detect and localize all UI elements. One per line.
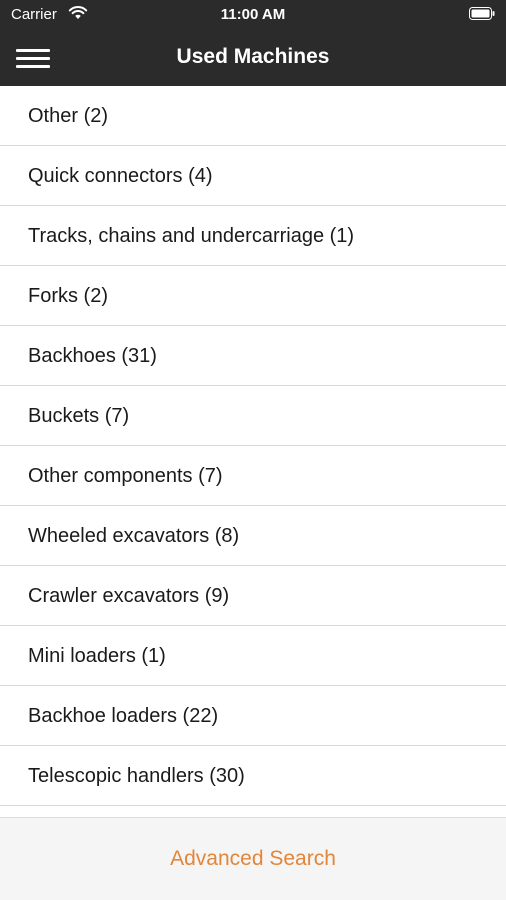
category-label: Buckets (7) bbox=[28, 405, 130, 427]
list-item[interactable]: Backhoe loaders (22) bbox=[0, 686, 506, 746]
status-bar: Carrier 11:00 AM bbox=[0, 0, 506, 30]
list-item[interactable]: Forks (2) bbox=[0, 266, 506, 326]
category-label: Other (2) bbox=[28, 105, 109, 127]
list-item[interactable]: Tracks, chains and undercarriage (1) bbox=[0, 206, 506, 266]
list-item[interactable]: Buckets (7) bbox=[0, 386, 506, 446]
category-label: Wheeled excavators (8) bbox=[28, 525, 240, 547]
navigation-bar: Used Machines bbox=[0, 30, 506, 86]
category-label: Mini loaders (1) bbox=[28, 645, 166, 667]
page-title: Used Machines bbox=[176, 45, 330, 68]
list-item[interactable]: Other components (7) bbox=[0, 446, 506, 506]
advanced-search-button[interactable]: Advanced Search bbox=[0, 847, 506, 871]
bottom-bar: Advanced Search bbox=[0, 817, 506, 900]
list-item[interactable]: Crawler excavators (9) bbox=[0, 566, 506, 626]
list-item[interactable]: Quick connectors (4) bbox=[0, 146, 506, 206]
list-item[interactable]: Telescopic handlers (30) bbox=[0, 746, 506, 806]
category-label: Telescopic handlers (30) bbox=[28, 765, 245, 787]
battery-icon bbox=[469, 7, 495, 20]
list-item[interactable]: Mini loaders (1) bbox=[0, 626, 506, 686]
status-time: 11:00 AM bbox=[220, 6, 286, 23]
app-screen: Carrier 11:00 AM Used Machines Other (2)… bbox=[0, 0, 506, 900]
category-label: Quick connectors (4) bbox=[28, 165, 213, 187]
list-item[interactable]: Backhoes (31) bbox=[0, 326, 506, 386]
list-item[interactable]: Other (2) bbox=[0, 86, 506, 146]
category-label: Tracks, chains and undercarriage (1) bbox=[28, 225, 355, 247]
list-item[interactable]: Wheeled excavators (8) bbox=[0, 506, 506, 566]
category-label: Backhoe loaders (22) bbox=[28, 705, 219, 727]
category-label: Other components (7) bbox=[28, 465, 223, 487]
category-label: Backhoes (31) bbox=[28, 345, 157, 367]
category-label: Crawler excavators (9) bbox=[28, 585, 230, 607]
category-list: Other (2) Quick connectors (4) Tracks, cha… bbox=[0, 86, 506, 812]
top-bar: Carrier 11:00 AM Used Machines bbox=[0, 0, 506, 86]
category-label: Forks (2) bbox=[28, 285, 108, 307]
